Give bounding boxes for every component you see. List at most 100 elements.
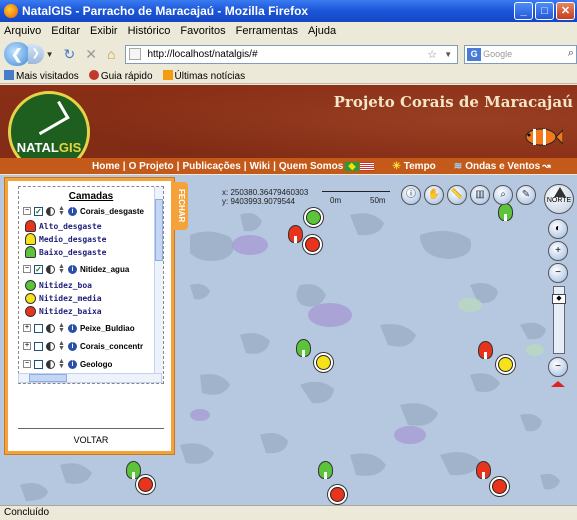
forward-button[interactable]: ❯ <box>27 44 44 64</box>
close-panel-tab[interactable]: FECHAR <box>174 182 188 230</box>
legend-pin-icon <box>25 233 36 245</box>
maximize-button[interactable]: □ <box>535 2 554 20</box>
window-titlebar: NatalGIS - Parracho de Maracajaú - Mozil… <box>0 0 577 22</box>
layer-nitidez-agua[interactable]: − ✓ ▲ ▼ i Nitidez_agua <box>23 262 129 276</box>
layers-vertical-scrollbar[interactable] <box>154 187 163 383</box>
panel-title: Camadas <box>68 191 114 202</box>
layer-checkbox[interactable] <box>34 359 43 369</box>
collapse-toggle[interactable]: − <box>23 265 31 273</box>
search-icon[interactable]: ⌕ <box>568 47 574 60</box>
menu-ferramentas[interactable]: Ferramentas <box>236 25 298 37</box>
nav-home[interactable]: Home <box>92 161 120 172</box>
expand-toggle[interactable]: + <box>23 342 31 350</box>
menu-exibir[interactable]: Exibir <box>90 25 118 37</box>
stop-icon[interactable]: ✕ <box>85 46 97 63</box>
layer-peixe-buldiao[interactable]: + ▲ ▼ i Peixe_Buldiao <box>23 321 135 335</box>
map-dot-icon <box>138 477 153 492</box>
firefox-icon <box>4 4 18 18</box>
nav-tempo[interactable]: Tempo <box>404 161 436 172</box>
menu-favoritos[interactable]: Favoritos <box>180 25 225 37</box>
history-dropdown-icon[interactable]: ▼ <box>46 50 54 59</box>
logo-mark-icon <box>30 100 70 136</box>
info-tool-icon[interactable]: ⓘ <box>401 185 421 205</box>
logo-text: NATALGIS <box>11 140 87 155</box>
reorder-icon[interactable]: ▲ ▼ <box>58 322 65 334</box>
us-flag-icon[interactable] <box>360 161 375 171</box>
nav-publicacoes[interactable]: Publicações <box>182 161 240 172</box>
zoom-slider-handle[interactable]: ◆ <box>552 294 566 304</box>
legend-label: Nitidez_baixa <box>39 306 102 316</box>
minimize-button[interactable]: _ <box>514 2 533 20</box>
info-icon[interactable]: i <box>67 206 77 216</box>
reorder-icon[interactable]: ▲ ▼ <box>58 340 65 352</box>
legend-item: Baixo_desgaste <box>25 246 106 258</box>
scroll-thumb[interactable] <box>155 199 163 261</box>
layer-name: Corais_concentr <box>79 341 144 351</box>
bookmark-star-icon[interactable]: ☆ <box>427 48 437 61</box>
firefox-small-icon <box>88 69 99 80</box>
zoom-out-icon[interactable]: − <box>548 263 568 283</box>
search-placeholder: Google <box>483 49 513 59</box>
zoom-in-icon[interactable]: + <box>548 241 568 261</box>
back-link[interactable]: VOLTAR <box>18 428 164 448</box>
bookmark-ultimas-noticias[interactable]: Últimas notícias <box>162 69 245 82</box>
map-pin-icon <box>296 339 311 357</box>
reorder-icon[interactable]: ▲ ▼ <box>58 263 65 275</box>
nav-projeto[interactable]: O Projeto <box>129 161 174 172</box>
opacity-icon[interactable] <box>46 323 55 333</box>
measure-tool-icon[interactable]: 📏 <box>447 185 467 205</box>
menu-historico[interactable]: Histórico <box>128 25 171 37</box>
zoom-box-icon[interactable]: ⌕ <box>493 185 513 205</box>
layer-checkbox[interactable] <box>34 323 43 333</box>
scroll-thumb[interactable] <box>29 374 67 382</box>
address-bar[interactable]: http://localhost/natalgis/# ☆ ▼ <box>125 44 459 64</box>
opacity-icon[interactable] <box>46 341 55 351</box>
layer-checkbox[interactable] <box>34 341 43 351</box>
nav-separator: | <box>243 160 247 172</box>
layer-checkbox[interactable]: ✓ <box>34 264 43 274</box>
reorder-icon[interactable]: ▲ ▼ <box>58 358 65 370</box>
collapse-arrow-icon[interactable] <box>551 381 565 387</box>
nav-wiki[interactable]: Wiki <box>250 161 270 172</box>
project-title: Projeto Corais de Maracajaú <box>333 93 573 111</box>
nav-ondas-ventos[interactable]: Ondas e Ventos <box>465 161 540 172</box>
info-icon[interactable]: i <box>67 264 77 274</box>
expand-toggle[interactable]: + <box>23 324 31 332</box>
layer-checkbox[interactable]: ✓ <box>34 206 43 216</box>
layer-corais-desgaste[interactable]: − ✓ ▲ ▼ i Corais_desgaste <box>23 204 144 218</box>
opacity-icon[interactable] <box>46 264 55 274</box>
bookmark-mais-visitados[interactable]: Mais visitados <box>4 69 79 82</box>
north-arrow-button[interactable]: NORTE <box>544 184 574 214</box>
globe-tool-icon[interactable]: ◐ <box>548 219 568 239</box>
nav-quem-somos[interactable]: Quem Somos <box>279 161 343 172</box>
opacity-icon[interactable] <box>46 359 55 369</box>
search-input[interactable]: G Google ⌕ <box>464 44 577 64</box>
folder-icon <box>4 69 14 80</box>
bookmark-guia-rapido[interactable]: Guia rápido <box>88 69 153 82</box>
info-icon[interactable]: i <box>67 323 77 333</box>
map-dot-icon <box>330 487 345 502</box>
brazil-flag-icon[interactable] <box>345 161 360 171</box>
layer-corais-concentr[interactable]: + ▲ ▼ i Corais_concentr <box>23 339 143 353</box>
chart-tool-icon[interactable]: ▥ <box>470 185 490 205</box>
menu-editar[interactable]: Editar <box>51 25 80 37</box>
info-icon[interactable]: i <box>67 341 77 351</box>
collapse-toggle[interactable]: − <box>23 207 31 215</box>
info-icon[interactable]: i <box>67 359 77 369</box>
layer-geologo[interactable]: − ▲ ▼ i Geologo <box>23 357 112 371</box>
pan-tool-icon[interactable]: ✋ <box>424 185 444 205</box>
menu-arquivo[interactable]: Arquivo <box>4 25 41 37</box>
url-dropdown-icon[interactable]: ▼ <box>444 50 452 59</box>
zoom-extent-icon[interactable]: − <box>548 357 568 377</box>
reorder-icon[interactable]: ▲ ▼ <box>58 205 65 217</box>
home-icon[interactable]: ⌂ <box>107 46 115 62</box>
opacity-icon[interactable] <box>46 206 55 216</box>
google-icon[interactable]: G <box>467 47 482 61</box>
close-button[interactable]: ✕ <box>556 2 575 20</box>
collapse-toggle[interactable]: − <box>23 360 31 368</box>
reload-icon[interactable]: ↻ <box>64 46 76 63</box>
edit-tool-icon[interactable]: ✎ <box>516 185 536 205</box>
back-button[interactable]: ❮ <box>4 42 30 66</box>
layers-horizontal-scrollbar[interactable] <box>18 373 162 383</box>
menu-ajuda[interactable]: Ajuda <box>308 25 336 37</box>
